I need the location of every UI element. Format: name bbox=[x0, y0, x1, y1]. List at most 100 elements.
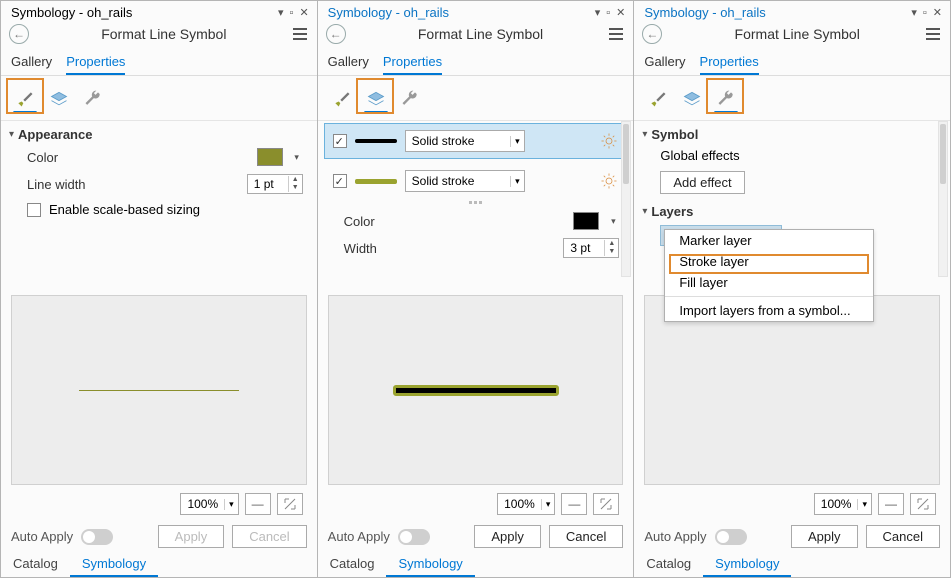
layers-tab-icon[interactable] bbox=[45, 82, 73, 114]
layer-options-icon[interactable] bbox=[600, 172, 618, 190]
back-button[interactable]: ← bbox=[326, 24, 346, 44]
tab-gallery[interactable]: Gallery bbox=[644, 50, 685, 75]
layer-preview bbox=[355, 139, 397, 143]
symbol-section-header[interactable]: ▾ Symbol bbox=[634, 121, 950, 144]
layers-tab-icon[interactable] bbox=[362, 82, 390, 114]
apply-button[interactable]: Apply bbox=[474, 525, 541, 548]
auto-apply-label: Auto Apply bbox=[644, 529, 706, 544]
bottom-tab-catalog[interactable]: Catalog bbox=[634, 552, 703, 577]
pane-title: Symbology - oh_rails bbox=[328, 5, 593, 20]
brush-icon bbox=[331, 89, 353, 109]
menu-item-import-layers[interactable]: Import layers from a symbol... bbox=[665, 300, 873, 321]
autohide-icon[interactable]: ▾ bbox=[593, 6, 603, 19]
zoom-select[interactable]: 100%▾ bbox=[814, 493, 872, 515]
auto-apply-label: Auto Apply bbox=[11, 529, 73, 544]
linewidth-input[interactable]: ▲▼ bbox=[247, 174, 303, 194]
layer-type-select[interactable]: Solid stroke▾ bbox=[405, 130, 525, 152]
bottom-tab-catalog[interactable]: Catalog bbox=[1, 552, 70, 577]
symbol-layer-row[interactable]: Solid stroke▾ bbox=[324, 123, 628, 159]
layer-options-icon[interactable] bbox=[600, 132, 618, 150]
structure-tab-icon[interactable] bbox=[79, 82, 107, 114]
menu-divider bbox=[665, 296, 873, 297]
add-layer-dropdown: Marker layer Stroke layer Fill layer Imp… bbox=[664, 229, 874, 322]
bottom-tab-catalog[interactable]: Catalog bbox=[318, 552, 387, 577]
structure-tab-icon[interactable] bbox=[396, 82, 424, 114]
bottom-tab-symbology[interactable]: Symbology bbox=[386, 552, 474, 577]
undock-icon[interactable]: ▫ bbox=[288, 7, 296, 19]
chevron-down-icon[interactable]: ▾ bbox=[291, 152, 303, 163]
apply-button[interactable]: Apply bbox=[158, 525, 225, 548]
preview-actual-toggle[interactable] bbox=[277, 493, 303, 515]
zoom-select[interactable]: 100%▾ bbox=[497, 493, 555, 515]
layer-divider bbox=[318, 201, 634, 208]
auto-apply-toggle[interactable] bbox=[398, 529, 430, 545]
auto-apply-toggle[interactable] bbox=[715, 529, 747, 545]
tab-gallery[interactable]: Gallery bbox=[328, 50, 369, 75]
color-label: Color bbox=[27, 150, 249, 165]
tab-properties[interactable]: Properties bbox=[383, 50, 442, 75]
preview-actual-toggle[interactable] bbox=[593, 493, 619, 515]
layers-tab-icon[interactable] bbox=[678, 82, 706, 114]
tab-gallery[interactable]: Gallery bbox=[11, 50, 52, 75]
appearance-section-header[interactable]: ▾ Appearance bbox=[1, 121, 317, 144]
cancel-button[interactable]: Cancel bbox=[866, 525, 940, 548]
cancel-button[interactable]: Cancel bbox=[232, 525, 306, 548]
bottom-tab-symbology[interactable]: Symbology bbox=[70, 552, 158, 577]
back-button[interactable]: ← bbox=[9, 24, 29, 44]
symbol-preview bbox=[328, 295, 624, 485]
width-label: Width bbox=[344, 241, 556, 256]
chevron-down-icon: ▾ bbox=[642, 129, 647, 140]
preview-outline-toggle[interactable]: — bbox=[878, 493, 904, 515]
pane-title-bar: Symbology - oh_rails ▾ ▫ ✕ bbox=[634, 1, 950, 22]
hamburger-menu-icon[interactable] bbox=[291, 26, 309, 42]
hamburger-menu-icon[interactable] bbox=[607, 26, 625, 42]
scrollbar[interactable] bbox=[938, 121, 948, 277]
autohide-icon[interactable]: ▾ bbox=[909, 6, 919, 19]
menu-item-fill-layer[interactable]: Fill layer bbox=[665, 272, 873, 293]
chevron-down-icon[interactable]: ▾ bbox=[607, 216, 619, 227]
symbol-tab-icon[interactable] bbox=[644, 82, 672, 114]
menu-item-stroke-layer[interactable]: Stroke layer bbox=[665, 251, 873, 272]
layer-visibility-checkbox[interactable] bbox=[333, 174, 347, 188]
bottom-tab-symbology[interactable]: Symbology bbox=[703, 552, 791, 577]
scrollbar[interactable] bbox=[621, 121, 631, 277]
autohide-icon[interactable]: ▾ bbox=[276, 6, 286, 19]
width-input[interactable]: ▲▼ bbox=[563, 238, 619, 258]
tab-properties[interactable]: Properties bbox=[66, 50, 125, 75]
tab-properties[interactable]: Properties bbox=[700, 50, 759, 75]
close-icon[interactable]: ✕ bbox=[297, 6, 310, 19]
cancel-button[interactable]: Cancel bbox=[549, 525, 623, 548]
preview-outline-toggle[interactable]: — bbox=[245, 493, 271, 515]
layers-section-header[interactable]: ▾ Layers bbox=[634, 198, 950, 221]
chevron-down-icon: ▾ bbox=[642, 206, 647, 217]
apply-button[interactable]: Apply bbox=[791, 525, 858, 548]
layers-icon bbox=[365, 89, 387, 109]
pane-title: Symbology - oh_rails bbox=[644, 5, 909, 20]
layer-preview bbox=[355, 179, 397, 184]
layers-icon bbox=[681, 89, 703, 109]
preview-line bbox=[393, 385, 559, 396]
symbol-preview bbox=[644, 295, 940, 485]
layer-type-select[interactable]: Solid stroke▾ bbox=[405, 170, 525, 192]
close-icon[interactable]: ✕ bbox=[931, 6, 944, 19]
close-icon[interactable]: ✕ bbox=[614, 6, 627, 19]
undock-icon[interactable]: ▫ bbox=[921, 7, 929, 19]
symbol-tab-icon[interactable] bbox=[11, 82, 39, 114]
structure-tab-icon[interactable] bbox=[712, 82, 740, 114]
preview-outline-toggle[interactable]: — bbox=[561, 493, 587, 515]
auto-apply-toggle[interactable] bbox=[81, 529, 113, 545]
zoom-select[interactable]: 100%▾ bbox=[180, 493, 238, 515]
symbol-layer-row[interactable]: Solid stroke▾ bbox=[324, 163, 628, 199]
hamburger-menu-icon[interactable] bbox=[924, 26, 942, 42]
add-effect-button[interactable]: Add effect bbox=[660, 171, 744, 194]
menu-item-marker-layer[interactable]: Marker layer bbox=[665, 230, 873, 251]
color-picker[interactable] bbox=[573, 212, 599, 230]
layer-visibility-checkbox[interactable] bbox=[333, 134, 347, 148]
preview-actual-toggle[interactable] bbox=[910, 493, 936, 515]
brush-icon bbox=[14, 89, 36, 109]
symbol-tab-icon[interactable] bbox=[328, 82, 356, 114]
color-picker[interactable] bbox=[257, 148, 283, 166]
back-button[interactable]: ← bbox=[642, 24, 662, 44]
undock-icon[interactable]: ▫ bbox=[604, 7, 612, 19]
scale-sizing-checkbox[interactable] bbox=[27, 203, 41, 217]
